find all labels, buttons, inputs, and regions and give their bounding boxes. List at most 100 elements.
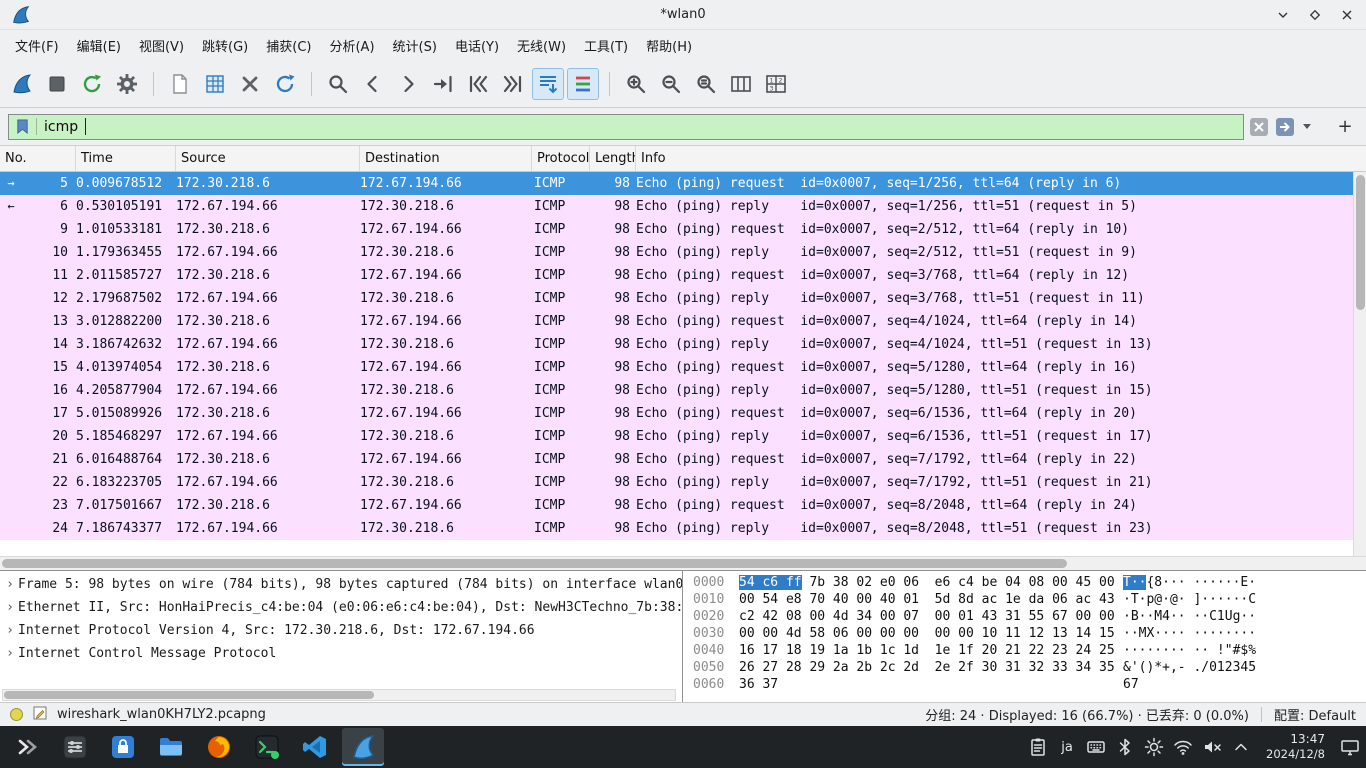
- packet-row[interactable]: 216.016488764172.30.218.6172.67.194.66IC…: [0, 448, 1366, 471]
- column-header-info[interactable]: Info: [636, 146, 1366, 171]
- details-horizontal-scrollbar[interactable]: [2, 689, 676, 701]
- taskbar-settings[interactable]: [54, 728, 96, 766]
- tray-input-method[interactable]: ja: [1057, 735, 1077, 759]
- find-packet-button[interactable]: [322, 68, 354, 100]
- hex-row[interactable]: 001000 54 e8 70 40 00 40 01 5d 8d ac 1e …: [693, 591, 1366, 608]
- taskbar-app-menu[interactable]: [6, 728, 48, 766]
- menu-item-2[interactable]: 视图(V): [130, 32, 193, 59]
- filter-apply-button[interactable]: [1274, 116, 1296, 138]
- packet-row[interactable]: 101.179363455172.67.194.66172.30.218.6IC…: [0, 241, 1366, 264]
- go-back-button[interactable]: [357, 68, 389, 100]
- packet-list-vertical-scrollbar[interactable]: [1353, 172, 1366, 556]
- menu-item-7[interactable]: 电话(Y): [446, 32, 508, 59]
- hex-row[interactable]: 0020c2 42 08 00 4d 34 00 07 00 01 43 31 …: [693, 608, 1366, 625]
- column-header-no[interactable]: No.: [0, 146, 76, 171]
- zoom-out-button[interactable]: [655, 68, 687, 100]
- go-to-packet-button[interactable]: [427, 68, 459, 100]
- column-header-length[interactable]: Length: [590, 146, 636, 171]
- filter-dropdown-button[interactable]: [1300, 116, 1314, 138]
- auto-scroll-button[interactable]: [532, 68, 564, 100]
- detail-line[interactable]: ›Ethernet II, Src: HonHaiPrecis_c4:be:04…: [2, 596, 682, 619]
- packet-row[interactable]: 154.013974054172.30.218.6172.67.194.66IC…: [0, 356, 1366, 379]
- reload-file-button[interactable]: [269, 68, 301, 100]
- tray-bluetooth[interactable]: [1115, 735, 1135, 759]
- packet-row[interactable]: 205.185468297172.67.194.66172.30.218.6IC…: [0, 425, 1366, 448]
- expand-chevron-icon[interactable]: ›: [2, 642, 18, 665]
- hex-row[interactable]: 003000 00 4d 58 06 00 00 00 00 00 10 11 …: [693, 625, 1366, 642]
- taskbar-software[interactable]: [102, 728, 144, 766]
- detail-line[interactable]: ›Internet Protocol Version 4, Src: 172.3…: [2, 619, 682, 642]
- detail-line[interactable]: ›Frame 5: 98 bytes on wire (784 bits), 9…: [2, 573, 682, 596]
- expand-chevron-icon[interactable]: ›: [2, 619, 18, 642]
- packet-row[interactable]: 164.205877904172.67.194.66172.30.218.6IC…: [0, 379, 1366, 402]
- tray-wifi[interactable]: [1173, 735, 1193, 759]
- menu-item-1[interactable]: 编辑(E): [68, 32, 130, 59]
- hex-row[interactable]: 006036 3767: [693, 676, 1366, 693]
- go-first-button[interactable]: [462, 68, 494, 100]
- colorize-button[interactable]: [567, 68, 599, 100]
- tray-keyboard[interactable]: [1086, 735, 1106, 759]
- window-maximize-button[interactable]: [1306, 6, 1324, 24]
- stop-capture-button[interactable]: [41, 68, 73, 100]
- tray-brightness[interactable]: [1144, 735, 1164, 759]
- open-file-button[interactable]: [164, 68, 196, 100]
- taskbar-file-manager[interactable]: [150, 728, 192, 766]
- numbered-columns-button[interactable]: 123: [760, 68, 792, 100]
- taskbar-terminal[interactable]: [246, 728, 288, 766]
- display-filter-input[interactable]: icmp: [8, 114, 1244, 140]
- taskbar-wireshark[interactable]: [342, 728, 384, 766]
- menu-item-10[interactable]: 帮助(H): [637, 32, 701, 59]
- packet-row[interactable]: 175.015089926172.30.218.6172.67.194.66IC…: [0, 402, 1366, 425]
- expand-chevron-icon[interactable]: ›: [2, 573, 18, 596]
- packet-row[interactable]: 143.186742632172.67.194.66172.30.218.6IC…: [0, 333, 1366, 356]
- packet-row[interactable]: →50.009678512172.30.218.6172.67.194.66IC…: [0, 172, 1366, 195]
- menu-item-3[interactable]: 跳转(G): [193, 32, 257, 59]
- restart-capture-button[interactable]: [76, 68, 108, 100]
- column-header-destination[interactable]: Destination: [360, 146, 532, 171]
- taskbar-firefox[interactable]: [198, 728, 240, 766]
- go-last-button[interactable]: [497, 68, 529, 100]
- menu-item-0[interactable]: 文件(F): [6, 32, 68, 59]
- expand-chevron-icon[interactable]: ›: [2, 596, 18, 619]
- packet-list-horizontal-scrollbar[interactable]: [0, 556, 1366, 570]
- packet-row[interactable]: 112.011585727172.30.218.6172.67.194.66IC…: [0, 264, 1366, 287]
- save-file-button[interactable]: [199, 68, 231, 100]
- packet-row[interactable]: 237.017501667172.30.218.6172.67.194.66IC…: [0, 494, 1366, 517]
- taskbar-vscode[interactable]: [294, 728, 336, 766]
- menu-item-6[interactable]: 统计(S): [384, 32, 446, 59]
- tray-clipboard[interactable]: [1028, 735, 1048, 759]
- menu-item-4[interactable]: 捕获(C): [257, 32, 320, 59]
- column-header-time[interactable]: Time: [76, 146, 176, 171]
- go-forward-button[interactable]: [392, 68, 424, 100]
- zoom-reset-button[interactable]: [690, 68, 722, 100]
- show-desktop-button[interactable]: [1340, 735, 1360, 759]
- taskbar-clock[interactable]: 13:47 2024/12/8: [1266, 732, 1325, 761]
- column-header-protocol[interactable]: Protocol: [532, 146, 590, 171]
- expert-info-icon[interactable]: [10, 708, 23, 721]
- resize-columns-button[interactable]: [725, 68, 757, 100]
- scrollbar-thumb[interactable]: [4, 691, 374, 699]
- menu-item-9[interactable]: 工具(T): [575, 32, 637, 59]
- tray-volume-muted[interactable]: [1202, 735, 1222, 759]
- start-capture-button[interactable]: [6, 68, 38, 100]
- capture-options-button[interactable]: [111, 68, 143, 100]
- menu-item-5[interactable]: 分析(A): [320, 32, 383, 59]
- window-close-button[interactable]: [1338, 6, 1356, 24]
- packet-row[interactable]: 91.010533181172.30.218.6172.67.194.66ICM…: [0, 218, 1366, 241]
- packet-row[interactable]: ←60.530105191172.67.194.66172.30.218.6IC…: [0, 195, 1366, 218]
- profile-label[interactable]: 配置: Default: [1274, 705, 1356, 724]
- hex-row[interactable]: 004016 17 18 19 1a 1b 1c 1d 1e 1f 20 21 …: [693, 642, 1366, 659]
- scrollbar-thumb[interactable]: [2, 559, 1067, 568]
- window-minimize-button[interactable]: [1274, 6, 1292, 24]
- packet-row[interactable]: 226.183223705172.67.194.66172.30.218.6IC…: [0, 471, 1366, 494]
- filter-bookmark-icon[interactable]: [15, 118, 37, 135]
- packet-row[interactable]: 133.012882200172.30.218.6172.67.194.66IC…: [0, 310, 1366, 333]
- hex-row[interactable]: 005026 27 28 29 2a 2b 2c 2d 2e 2f 30 31 …: [693, 659, 1366, 676]
- scrollbar-thumb[interactable]: [1356, 175, 1365, 310]
- detail-line[interactable]: ›Internet Control Message Protocol: [2, 642, 682, 665]
- zoom-in-button[interactable]: [620, 68, 652, 100]
- column-header-source[interactable]: Source: [176, 146, 360, 171]
- packet-row[interactable]: 122.179687502172.67.194.66172.30.218.6IC…: [0, 287, 1366, 310]
- filter-clear-button[interactable]: [1248, 116, 1270, 138]
- tray-tray-expand[interactable]: [1231, 735, 1251, 759]
